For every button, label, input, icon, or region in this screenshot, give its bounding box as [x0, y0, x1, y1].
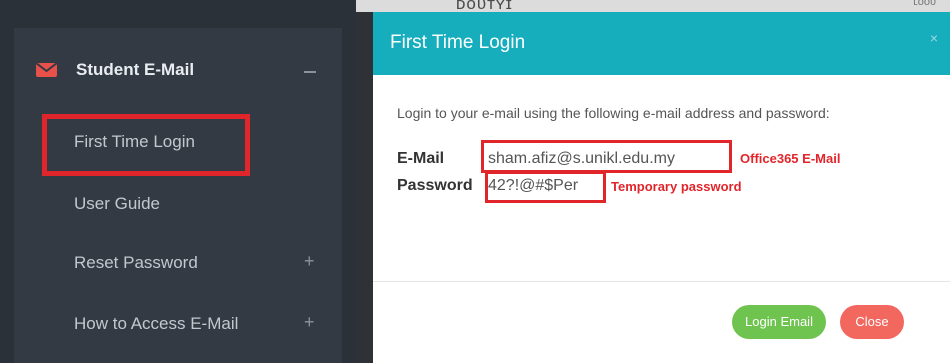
sidebar-item-first-time-login[interactable]: First Time Login [74, 132, 195, 152]
login-email-button[interactable]: Login Email [732, 305, 826, 339]
modal-intro-text: Login to your e-mail using the following… [397, 105, 830, 121]
annotation-password-note: Temporary password [611, 179, 742, 194]
email-label: E-Mail [397, 150, 445, 167]
background-header-right: ʟᴏᴏᴜ [913, 0, 936, 8]
close-button[interactable]: Close [840, 305, 904, 339]
sidebar-item-reset-password[interactable]: Reset Password [74, 253, 198, 273]
collapse-icon[interactable] [304, 71, 316, 73]
sidebar-panel: Student E-Mail First Time Login User Gui… [0, 0, 356, 363]
password-label: Password [397, 177, 473, 194]
first-time-login-modal: First Time Login × Login to your e-mail … [373, 12, 950, 363]
modal-title: First Time Login [390, 32, 526, 53]
close-icon[interactable]: × [930, 30, 938, 46]
annotation-email-note: Office365 E-Mail [740, 151, 841, 166]
email-value: sham.afiz@s.unikl.edu.my [488, 150, 675, 167]
password-value: 42?!@#$Per [488, 177, 579, 194]
sidebar-item-how-to-access-email[interactable]: How to Access E-Mail [74, 314, 238, 334]
sidebar-menu: Student E-Mail First Time Login User Gui… [14, 28, 342, 363]
sidebar-item-user-guide[interactable]: User Guide [74, 194, 160, 214]
expand-icon[interactable]: + [304, 312, 315, 333]
modal-footer-divider [373, 281, 950, 282]
background-header-strip: ᴅᴏᴜᴛʏɪ ʟᴏᴏᴜ [356, 0, 950, 13]
menu-section-label: Student E-Mail [76, 60, 195, 79]
envelope-icon [36, 63, 57, 77]
expand-icon[interactable]: + [304, 251, 315, 272]
modal-header: First Time Login × [373, 12, 950, 75]
menu-section-student-email[interactable]: Student E-Mail [14, 50, 342, 94]
